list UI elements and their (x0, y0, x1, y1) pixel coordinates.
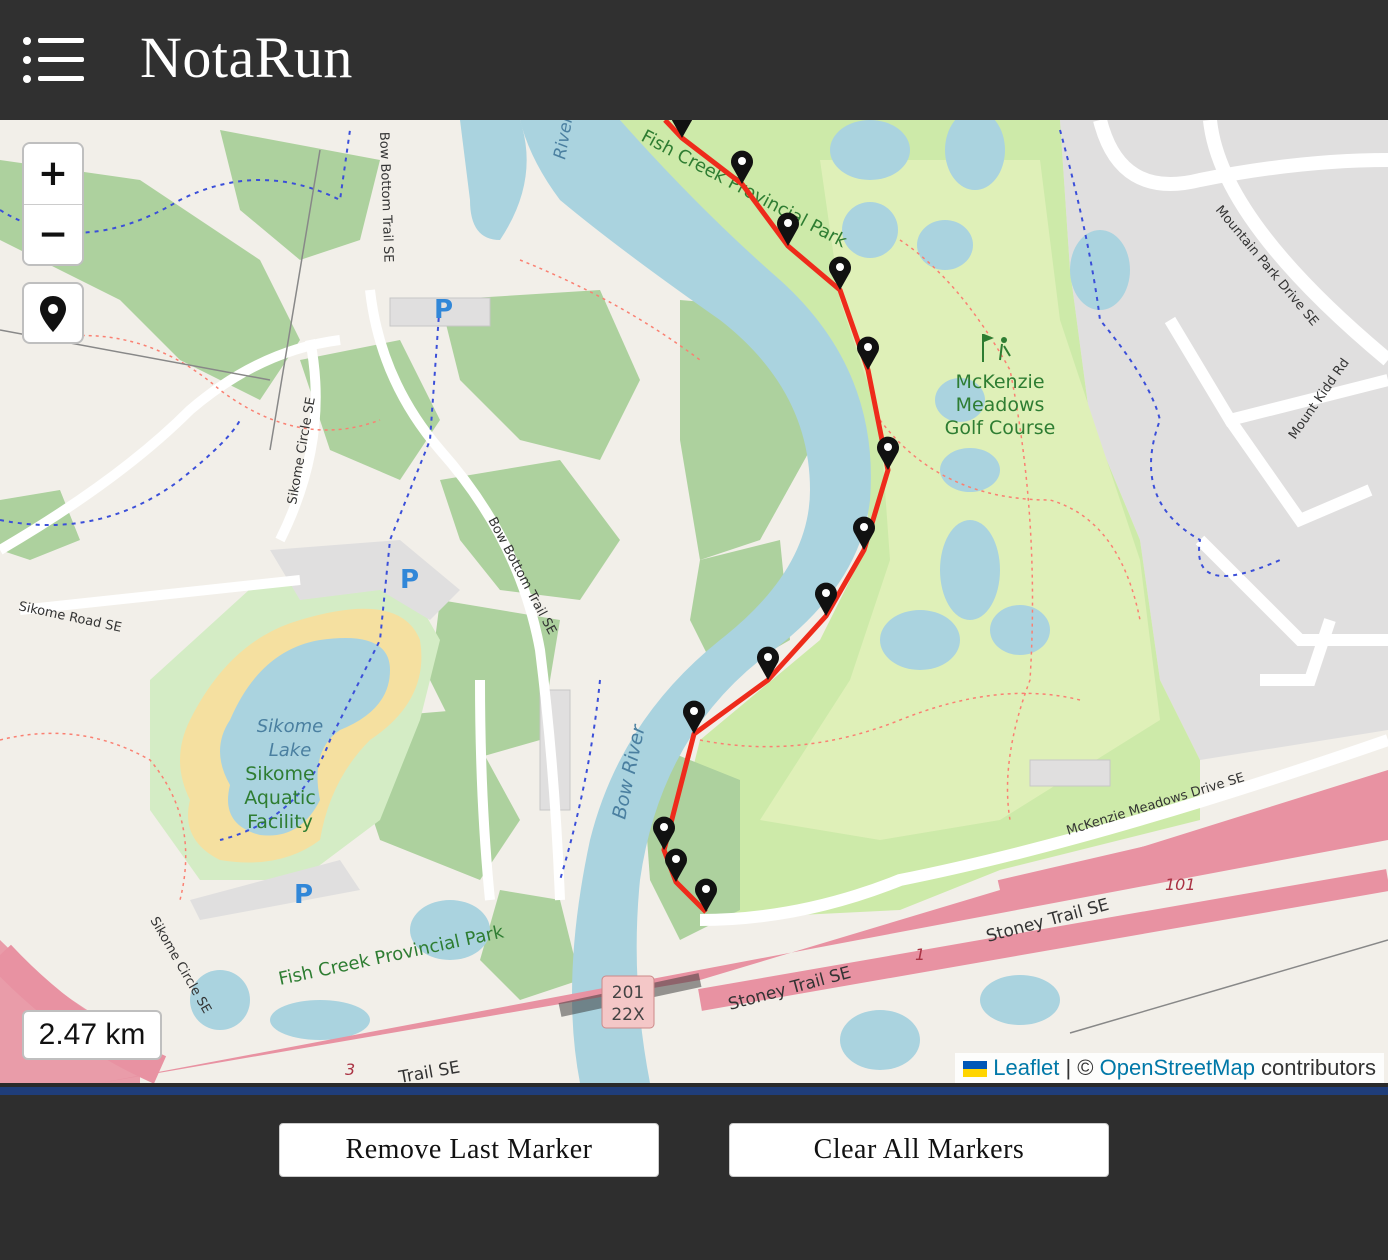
parking-label: P (294, 880, 313, 910)
map-label-shield-top: 201 (612, 983, 644, 1003)
zoom-out-button[interactable]: − (24, 205, 82, 264)
hamburger-list-icon[interactable] (22, 36, 86, 84)
parking-label: P (400, 565, 419, 595)
map-label-hwy-101: 101 (1165, 875, 1196, 894)
locate-button[interactable] (22, 282, 84, 344)
attribution-contributors: contributors (1254, 1055, 1376, 1080)
map-label-shield-bottom: 22X (611, 1005, 645, 1025)
map-label-hwy-3: 3 (345, 1060, 355, 1079)
map-label-sikome-lake-line1: Sikome (257, 716, 323, 737)
distance-readout: 2.47 km (22, 1010, 162, 1060)
leaflet-link[interactable]: Leaflet (993, 1055, 1059, 1080)
divider (0, 1083, 1388, 1095)
map-tiles[interactable]: Fish Creek Provincial Park Fish Creek Pr… (0, 120, 1388, 1083)
app-title: NotaRun (140, 25, 353, 90)
map-view[interactable]: Fish Creek Provincial Park Fish Creek Pr… (0, 120, 1388, 1083)
openstreetmap-link[interactable]: OpenStreetMap (1100, 1055, 1255, 1080)
app-header: NotaRun (0, 0, 1388, 120)
map-label-golf-course-line2: Meadows (956, 394, 1045, 416)
zoom-control: + − (22, 142, 84, 266)
map-label-hwy-1: 1 (915, 945, 925, 964)
clear-all-markers-button[interactable]: Clear All Markers (729, 1123, 1109, 1177)
map-label-golf-course-line1: McKenzie (955, 371, 1044, 393)
attribution-separator: | © (1059, 1055, 1100, 1080)
ukraine-flag-icon (963, 1061, 988, 1077)
map-label-sikome-lake-line2: Lake (269, 740, 312, 761)
map-pin-icon (40, 296, 66, 332)
map-label-golf-course-line3: Golf Course (945, 417, 1056, 439)
parking-label: P (434, 295, 453, 325)
map-label-aquatic-line3: Facility (247, 811, 313, 833)
map-label-aquatic-line2: Aquatic (244, 787, 316, 809)
zoom-in-button[interactable]: + (24, 144, 82, 205)
map-label-aquatic-line1: Sikome (245, 763, 315, 785)
remove-last-marker-button[interactable]: Remove Last Marker (279, 1123, 659, 1177)
map-attribution: Leaflet | © OpenStreetMap contributors (955, 1053, 1384, 1083)
